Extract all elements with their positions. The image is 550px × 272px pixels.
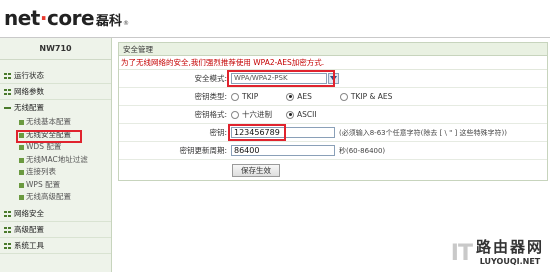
radio-label: ASCII (297, 110, 317, 119)
sidebar-item-label: 网络安全 (14, 208, 44, 218)
square-bullet-icon (19, 195, 24, 200)
sidebar-item-system-tools[interactable]: 系统工具 (0, 238, 111, 254)
button-row: 保存生效 (119, 160, 547, 180)
logo-registered: ® (123, 20, 130, 27)
radio-hex[interactable] (231, 110, 239, 119)
save-button[interactable]: 保存生效 (232, 163, 280, 177)
security-mode-row: 安全模式: WPA/WPA2-PSK (119, 70, 547, 88)
key-row: 密钥: 123456789 (必须输入8-63个任意字符(除去 [ \ " ] … (119, 124, 547, 142)
sidebar-subitem-label: WDS 配置 (26, 142, 62, 151)
sidebar-item-label: 高级配置 (14, 224, 44, 234)
radio-label: AES (297, 92, 312, 101)
sidebar-subitem-mac-filter[interactable]: 无线MAC地址过滤 (0, 154, 111, 167)
logo-dot: · (39, 6, 48, 30)
logo-core: core (46, 6, 95, 30)
sidebar-item-network-security[interactable]: 网络安全 (0, 206, 111, 222)
logo-cn: 磊科 (96, 14, 123, 29)
security-mode-control: WPA/WPA2-PSK (227, 70, 339, 87)
sidebar: NW710 运行状态 网络参数 无线配置 无线基本配置 无线安全配置 WDS 配… (0, 38, 112, 272)
square-bullet-icon (19, 182, 24, 188)
grid-bullet-icon (4, 242, 11, 249)
key-renew-control: 86400 秒(60-86400) (231, 145, 385, 156)
cipher-type-options: TKIP AES TKIP & AES (231, 92, 420, 101)
main-content: 安全管理 为了无线网络的安全,我们强烈推荐使用 WPA2-AES加密方式. 安全… (118, 42, 548, 181)
netcore-logo: net · core 磊科 ® (4, 6, 129, 32)
key-control: 123456789 (必须输入8-63个任意字符(除去 [ \ " ] 这些特殊… (228, 124, 507, 141)
device-model: NW710 (0, 38, 111, 60)
key-format-options: 十六进制 ASCII (231, 109, 345, 120)
logo-net: net (4, 6, 40, 30)
sidebar-subitem-connection-list[interactable]: 连接列表 (0, 166, 111, 179)
radio-tkip-aes[interactable] (339, 92, 348, 101)
grid-bullet-icon (4, 210, 11, 217)
sidebar-subitem-wps[interactable]: WPS 配置 (0, 179, 111, 192)
sidebar-subitem-wds[interactable]: WDS 配置 (0, 141, 111, 154)
radio-label: TKIP (242, 92, 259, 101)
radio-aes[interactable] (286, 92, 295, 101)
security-mode-label: 安全模式: (194, 74, 227, 83)
key-renew-input[interactable]: 86400 (231, 145, 335, 156)
collapse-icon (4, 105, 11, 111)
sidebar-subitem-wireless-advanced[interactable]: 无线高级配置 (0, 191, 111, 204)
key-renew-hint: 秒(60-86400) (339, 146, 386, 155)
radio-tkip[interactable] (231, 92, 239, 101)
panel-title: 安全管理 (119, 43, 547, 56)
square-bullet-icon (19, 157, 24, 163)
grid-bullet-icon (4, 73, 11, 79)
sidebar-item-label: 系统工具 (14, 240, 44, 250)
cipher-type-row: 密钥类型: TKIP AES TKIP & AES (119, 88, 547, 106)
grid-bullet-icon (4, 89, 11, 95)
sidebar-item-label: 运行状态 (14, 71, 44, 80)
sidebar-item-wireless[interactable]: 无线配置 (0, 100, 111, 116)
sidebar-subitem-wireless-basic[interactable]: 无线基本配置 (0, 116, 111, 129)
watermark-en: LUYOUQI.NET (475, 257, 544, 266)
radio-ascii[interactable] (286, 110, 294, 119)
sidebar-item-label: 网络参数 (14, 87, 44, 96)
square-bullet-icon (19, 120, 24, 125)
security-panel: 安全管理 为了无线网络的安全,我们强烈推荐使用 WPA2-AES加密方式. 安全… (118, 42, 548, 181)
key-format-label: 密钥格式: (194, 110, 227, 119)
sidebar-item-network[interactable]: 网络参数 (0, 84, 111, 100)
header: net · core 磊科 ® (0, 0, 550, 38)
sidebar-item-advanced[interactable]: 高级配置 (0, 222, 111, 238)
sidebar-subitem-wireless-security[interactable]: 无线安全配置 (0, 129, 111, 143)
highlight-box (228, 124, 286, 141)
sidebar-subitem-label: 无线MAC地址过滤 (26, 154, 88, 164)
key-format-row: 密钥格式: 十六进制 ASCII (119, 106, 547, 124)
key-label: 密钥: (209, 128, 227, 137)
cipher-type-label: 密钥类型: (194, 92, 227, 101)
radio-label: TKIP & AES (350, 92, 393, 101)
watermark-it: IT (450, 241, 473, 266)
key-hint: (必须输入8-63个任意字符(除去 [ \ " ] 这些特殊字符)) (339, 128, 507, 137)
key-renew-row: 密钥更新周期: 86400 秒(60-86400) (119, 142, 547, 160)
grid-bullet-icon (4, 226, 11, 233)
square-bullet-icon (19, 170, 24, 175)
watermark: IT 路由器网 LUYOUQI.NET (451, 236, 544, 266)
watermark-cn: 路由器网 (475, 238, 544, 256)
square-bullet-icon (19, 145, 24, 150)
security-notice: 为了无线网络的安全,我们强烈推荐使用 WPA2-AES加密方式. (119, 56, 547, 70)
radio-label: 十六进制 (242, 110, 272, 119)
watermark-box: 路由器网 LUYOUQI.NET (475, 236, 544, 266)
sidebar-item-label: 无线配置 (14, 103, 44, 112)
highlight-box (227, 70, 335, 87)
sidebar-subitem-label: 无线高级配置 (26, 192, 71, 201)
sidebar-subitem-label: 无线基本配置 (26, 117, 71, 126)
sidebar-subitem-label: WPS 配置 (26, 179, 61, 189)
key-renew-label: 密钥更新周期: (179, 146, 227, 155)
sidebar-item-status[interactable]: 运行状态 (0, 68, 111, 84)
